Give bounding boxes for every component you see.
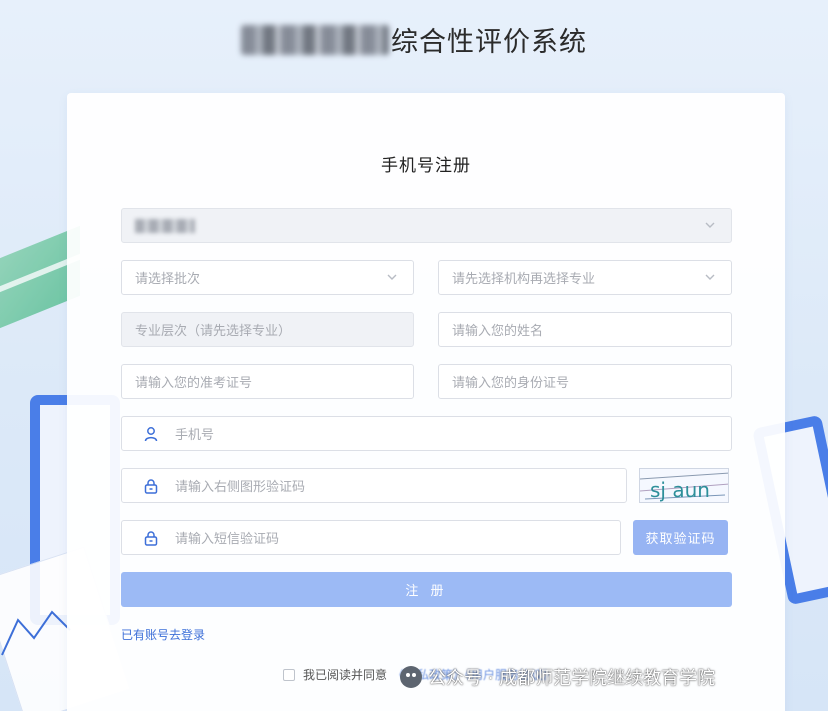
name-input[interactable]: 请输入您的姓名 [438, 312, 732, 347]
wechat-icon [400, 666, 422, 688]
form-title: 手机号注册 [381, 156, 471, 176]
sms-code-placeholder: 请输入短信验证码 [175, 532, 280, 547]
captcha-text: sj aun [650, 478, 710, 502]
captcha-input-placeholder: 请输入右侧图形验证码 [175, 480, 306, 495]
register-button[interactable]: 注 册 [121, 572, 732, 607]
page-title: 综合性评价系统 [0, 20, 828, 59]
institution-select-placeholder: 请先选择机构再选择专业 [452, 272, 596, 287]
get-sms-code-button[interactable]: 获取验证码 [633, 520, 728, 555]
agreement-text: 我已阅读并同意 [303, 668, 388, 682]
agreement-checkbox[interactable] [283, 668, 295, 681]
captcha-image[interactable]: sj aun [639, 468, 729, 503]
name-input-placeholder: 请输入您的姓名 [452, 324, 544, 339]
school-select[interactable] [121, 208, 732, 243]
user-icon [144, 426, 158, 441]
phone-input[interactable]: 手机号 [121, 416, 732, 451]
id-card-placeholder: 请输入您的身份证号 [452, 376, 570, 391]
redacted-school-name [241, 24, 389, 55]
watermark-text: 公众号 · 成都师范学院继续教育学院 [428, 668, 716, 689]
phone-input-placeholder: 手机号 [175, 428, 215, 443]
sms-code-input[interactable]: 请输入短信验证码 [121, 520, 621, 555]
id-card-input[interactable]: 请输入您的身份证号 [438, 364, 732, 399]
chevron-down-icon [705, 222, 715, 228]
chevron-down-icon [387, 274, 397, 280]
captcha-input[interactable]: 请输入右侧图形验证码 [121, 468, 627, 503]
major-level-placeholder: 专业层次（请先选择专业） [135, 324, 292, 339]
wechat-watermark: 公众号 · 成都师范学院继续教育学院 [400, 664, 715, 690]
chevron-down-icon [705, 274, 715, 280]
login-link[interactable]: 已有账号去登录 [121, 626, 205, 643]
page-title-text: 综合性评价系统 [391, 27, 587, 58]
exam-id-placeholder: 请输入您的准考证号 [135, 376, 253, 391]
exam-id-input[interactable]: 请输入您的准考证号 [121, 364, 414, 399]
lock-icon [144, 530, 158, 546]
institution-major-select[interactable]: 请先选择机构再选择专业 [438, 260, 732, 295]
redacted-school-value [135, 218, 195, 233]
batch-select[interactable]: 请选择批次 [121, 260, 414, 295]
major-level-field: 专业层次（请先选择专业） [121, 312, 414, 347]
captcha-noise: sj aun [640, 472, 728, 502]
batch-select-placeholder: 请选择批次 [135, 272, 201, 287]
lock-icon [144, 478, 158, 494]
registration-card: 手机号注册 请选择批次 请先选择机构再选择专业 专业层次（请先选择专业） 请输入… [67, 93, 785, 711]
